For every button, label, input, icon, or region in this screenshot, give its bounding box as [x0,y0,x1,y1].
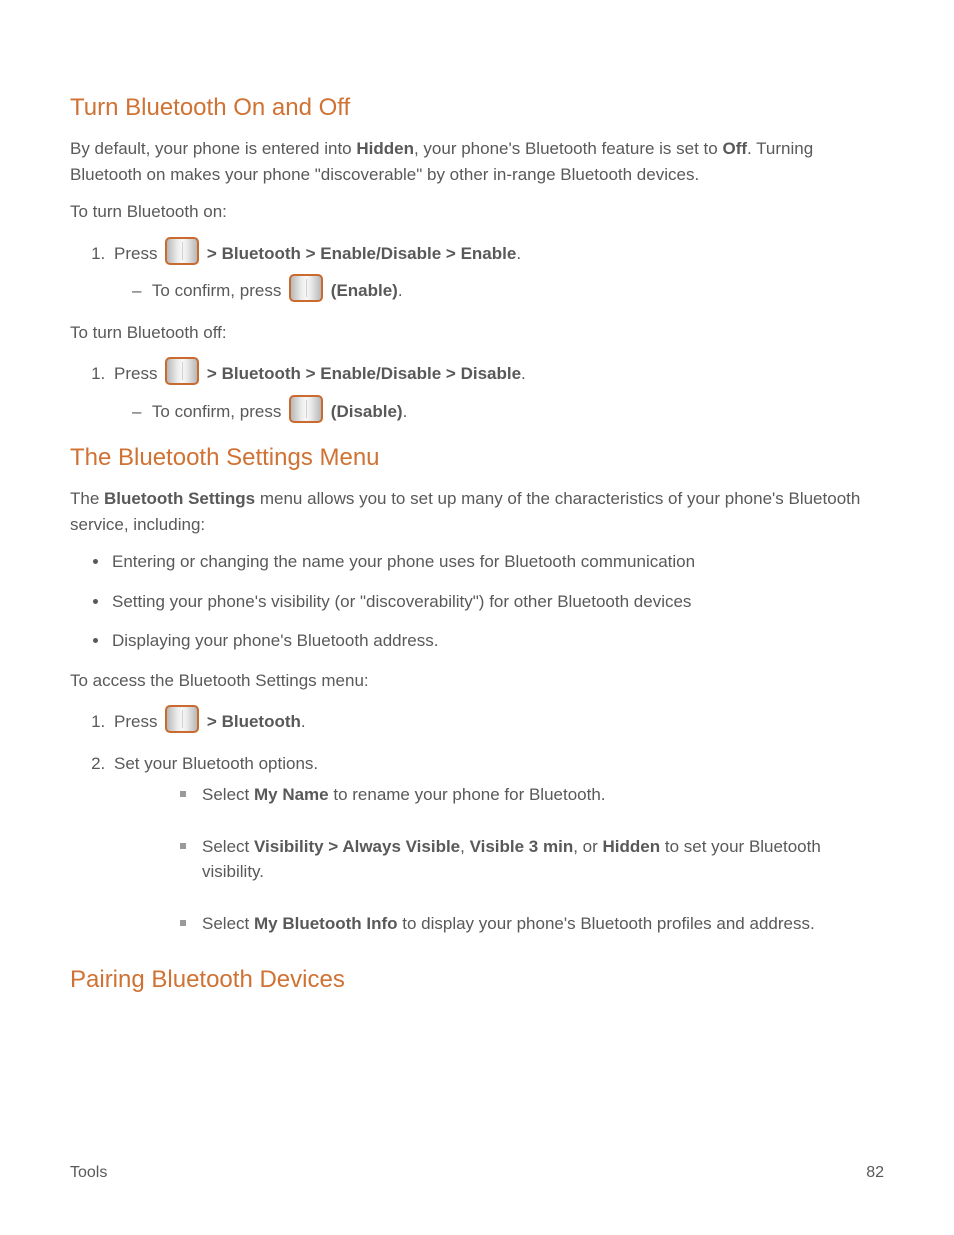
intro-paragraph: By default, your phone is entered into H… [70,136,884,187]
enable-key-label: (Enable) [331,281,398,300]
phone-ok-button-icon [165,237,199,265]
heading-pair: Pairing Bluetooth Devices [70,962,884,998]
opt-vis-bold3: Hidden [603,837,661,856]
disable-substep: – To confirm, press (Disable). [114,395,884,425]
option-my-name: Select My Name to rename your phone for … [180,782,884,808]
enable-steps: Press > Bluetooth > Enable/Disable > Ena… [70,237,884,304]
bullet-visibility: Setting your phone's visibility (or "dis… [110,589,884,615]
footer-section: Tools [70,1161,107,1185]
access-label: To access the Bluetooth Settings menu: [70,668,884,694]
intro-p1a: By default, your phone is entered into [70,139,356,158]
disable-step-1: Press > Bluetooth > Enable/Disable > Dis… [110,357,884,424]
enable-step-1: Press > Bluetooth > Enable/Disable > Ena… [110,237,884,304]
heading-turn-on: Turn Bluetooth On and Off [70,90,884,126]
access-menu-path: > Bluetooth [207,712,301,731]
opt-select: Select [202,914,254,933]
option-list: Select My Name to rename your phone for … [114,782,884,936]
option-visibility: Select Visibility > Always Visible, Visi… [180,834,884,885]
enable-substep: – To confirm, press (Enable). [114,274,884,304]
confirm-text: To confirm, press [152,402,286,421]
page-footer: Tools 82 [70,1161,884,1185]
phone-ok-button-icon [289,274,323,302]
access-step-1: Press > Bluetooth. [110,705,884,735]
heading-settings: The Bluetooth Settings Menu [70,440,884,476]
bullet-name: Entering or changing the name your phone… [110,549,884,575]
opt-select: Select [202,785,254,804]
bullet-address: Displaying your phone's Bluetooth addres… [110,628,884,654]
access-step2-text: Set your Bluetooth options. [114,754,318,773]
access-step-2: Set your Bluetooth options. Select My Na… [110,751,884,937]
access-steps: Press > Bluetooth. Set your Bluetooth op… [70,705,884,936]
opt-info-rest: to display your phone's Bluetooth profil… [398,914,815,933]
enable-menu-path: > Bluetooth > Enable/Disable > Enable [207,244,516,263]
opt-select: Select [202,837,254,856]
phone-ok-button-icon [165,357,199,385]
intro-p1b: , your phone's Bluetooth feature is set … [414,139,723,158]
press-text: Press [114,244,162,263]
settings-intro-a: The [70,489,104,508]
disable-menu-path: > Bluetooth > Enable/Disable > Disable [207,364,521,383]
option-my-info: Select My Bluetooth Info to display your… [180,911,884,937]
opt-vis-bold1: Visibility > Always Visible [254,837,460,856]
enable-label: To turn Bluetooth on: [70,199,884,225]
opt-info-bold: My Bluetooth Info [254,914,398,933]
phone-ok-button-icon [165,705,199,733]
disable-steps: Press > Bluetooth > Enable/Disable > Dis… [70,357,884,424]
opt-vis-mid2: , or [573,837,602,856]
settings-bullets: Entering or changing the name your phone… [70,549,884,654]
press-text: Press [114,364,162,383]
confirm-text: To confirm, press [152,281,286,300]
intro-state-off: Off [722,139,747,158]
settings-intro-bold: Bluetooth Settings [104,489,255,508]
phone-ok-button-icon [289,395,323,423]
disable-label: To turn Bluetooth off: [70,320,884,346]
settings-intro: The Bluetooth Settings menu allows you t… [70,486,884,537]
footer-page-number: 82 [866,1161,884,1185]
press-text: Press [114,712,162,731]
opt-myname-bold: My Name [254,785,329,804]
disable-key-label: (Disable) [331,402,403,421]
opt-vis-bold2: Visible 3 min [470,837,574,856]
intro-state-hidden: Hidden [356,139,414,158]
opt-myname-rest: to rename your phone for Bluetooth. [329,785,606,804]
opt-vis-mid: , [460,837,469,856]
